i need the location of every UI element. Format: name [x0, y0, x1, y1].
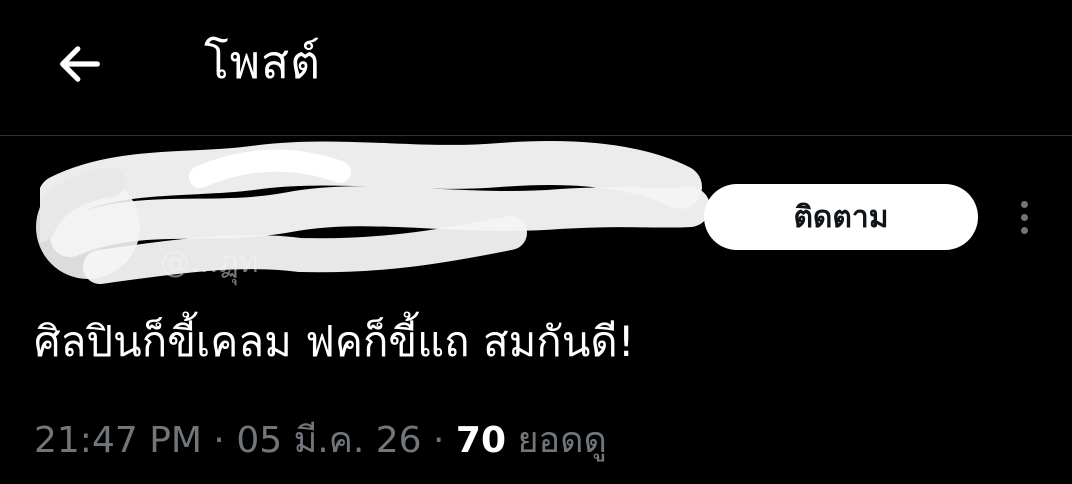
- views-label[interactable]: ยอดดู: [517, 420, 606, 461]
- meta-separator: ·: [432, 420, 445, 461]
- author-info[interactable]: @...ฏุท: [160, 177, 680, 287]
- post-meta: 21:47 PM · 05 มี.ค. 26 · 70 ยอดดู: [34, 415, 607, 467]
- post-time[interactable]: 21:47 PM: [34, 420, 202, 461]
- post-date[interactable]: 05 มี.ค. 26: [236, 420, 421, 461]
- post-text: ศิลปินก็ขี้เคลม ฟคก็ขี้แถ สมกันดี!: [34, 317, 635, 366]
- author-handle[interactable]: @...ฏุท: [160, 239, 259, 286]
- post: @...ฏุท ติดตาม ศิลปินก็ขี้เคลม ฟคก็ขี้แถ…: [0, 137, 1072, 484]
- more-vertical-icon-dot: [1020, 213, 1028, 221]
- more-vertical-icon-dot: [1020, 226, 1028, 234]
- meta-separator: ·: [213, 420, 225, 461]
- follow-button[interactable]: ติดตาม: [704, 184, 978, 250]
- arrow-left-icon: [60, 46, 100, 82]
- top-bar: โพสต์: [0, 0, 1072, 136]
- views-count[interactable]: 70: [456, 420, 506, 461]
- more-options-button[interactable]: [1004, 193, 1044, 241]
- avatar[interactable]: [36, 175, 140, 279]
- page-title: โพสต์: [204, 35, 321, 89]
- back-button[interactable]: [44, 28, 116, 100]
- more-vertical-icon: [1020, 200, 1028, 208]
